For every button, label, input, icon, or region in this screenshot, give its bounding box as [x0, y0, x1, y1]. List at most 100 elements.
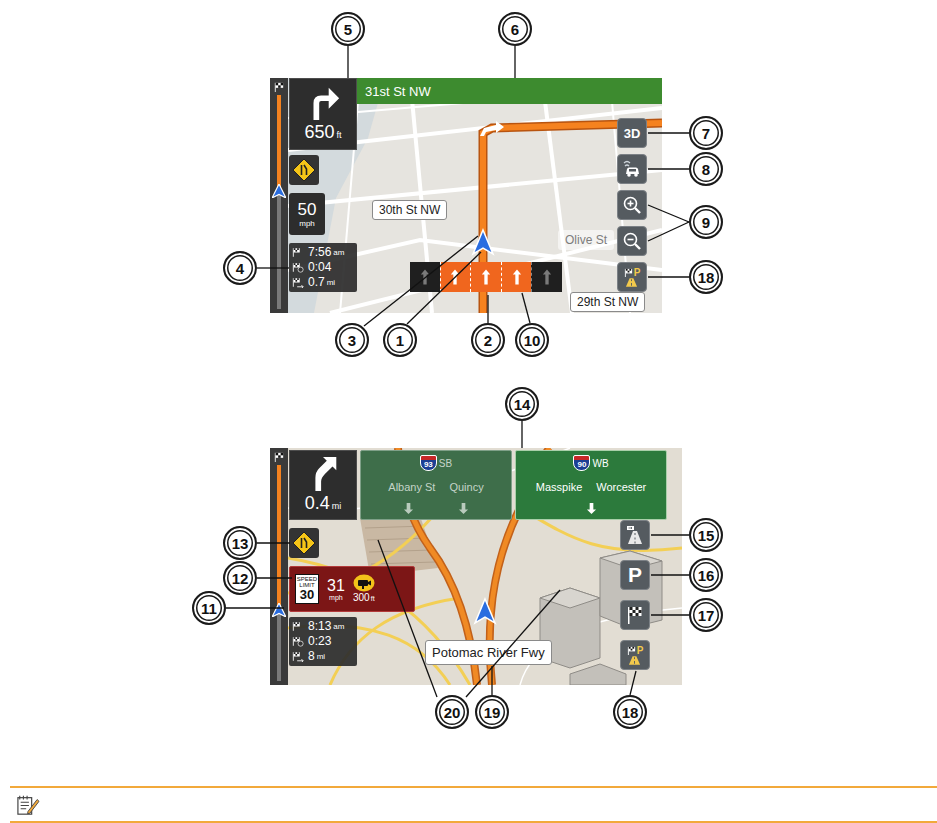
- arrival-icon: [292, 247, 304, 258]
- left-panel: 650ft 50mph 7:56am0:040.7mi: [289, 78, 357, 313]
- callout: 16: [689, 558, 723, 592]
- callout: 5: [331, 12, 365, 46]
- lane: [531, 262, 562, 292]
- highway-sign: 93SBAlbany StQuincy: [360, 450, 512, 520]
- exit-button[interactable]: [620, 520, 650, 550]
- callout: 10: [515, 323, 549, 357]
- route-progress: [270, 78, 288, 313]
- current-speed: 31mph: [327, 577, 345, 602]
- flag-icon: [627, 646, 636, 655]
- traffic-button[interactable]: [617, 154, 647, 184]
- callout: 13: [223, 526, 257, 560]
- callout: 9: [689, 205, 723, 239]
- lane: [470, 262, 501, 292]
- poi-button[interactable]: P: [620, 640, 650, 670]
- callout: 19: [475, 695, 509, 729]
- callout: 4: [223, 251, 257, 285]
- turn-distance: 0.4mi: [305, 493, 342, 516]
- distance-left-icon: [292, 277, 304, 288]
- speed-limit-sign: SPEED LIMIT30: [295, 574, 319, 604]
- lane-guidance: [410, 262, 562, 292]
- destination: Quincy: [449, 481, 483, 493]
- street-label: Potomac River Fwy: [425, 640, 552, 665]
- callout: 15: [689, 518, 723, 552]
- text-button[interactable]: 3D: [617, 118, 647, 148]
- navigation-screen: 650ft50mph7:56am0:040.7mi31st St NW3DP30…: [270, 78, 662, 313]
- progress-track: [277, 95, 281, 309]
- flag-icon: [624, 268, 633, 277]
- speed-warning: SPEED LIMIT3031mph300ft: [289, 566, 415, 612]
- turn-distance: 650ft: [304, 122, 341, 145]
- trip-row: 7:56am: [292, 245, 354, 260]
- straight-arrow-icon: [450, 268, 460, 286]
- trip-row: 8:13am: [292, 619, 354, 634]
- highway-sign: 90WBMasspikeWorcester: [515, 450, 667, 520]
- next-street-bar: 31st St NW: [357, 78, 662, 104]
- road-icon: [625, 278, 638, 287]
- lane-warning: [289, 155, 319, 185]
- next-turn: 0.4mi: [289, 450, 357, 520]
- lane-merge-warning-icon: [292, 158, 316, 182]
- straight-arrow-icon: [542, 268, 552, 286]
- callout: 18: [689, 260, 723, 294]
- map-buttons: 3D P: [617, 104, 647, 292]
- signpost: 93SBAlbany StQuincy90WBMasspikeWorcester: [360, 450, 682, 520]
- figure: 650ft50mph7:56am0:040.7mi31st St NW3DP30…: [0, 0, 937, 782]
- speed-camera-icon: [353, 574, 375, 592]
- progress-remaining: [277, 95, 281, 191]
- callout: 1: [383, 323, 417, 357]
- straight-arrow-icon: [512, 268, 522, 286]
- callout: 6: [498, 12, 532, 46]
- trip-row: 0:23: [292, 634, 354, 649]
- destination-button[interactable]: [620, 600, 650, 630]
- trip-row: 0.7mi: [292, 275, 354, 290]
- lane-merge-warning-icon: [292, 531, 316, 555]
- progress-track: [277, 465, 281, 681]
- interstate-shield: 93: [420, 455, 437, 471]
- down-arrow-icon: [586, 502, 597, 515]
- trip-info: 7:56am0:040.7mi: [289, 243, 357, 292]
- checkered-flag-icon: [625, 605, 645, 625]
- callout: 20: [435, 695, 469, 729]
- straight-arrow-icon: [420, 268, 430, 286]
- progress-remaining: [277, 465, 281, 610]
- trip-info: 8:13am0:238mi: [289, 617, 357, 666]
- callout: 18: [613, 695, 647, 729]
- note-bar: [10, 786, 937, 823]
- down-arrow-icon: [458, 502, 469, 515]
- down-arrow-icon: [403, 502, 414, 515]
- lane: [410, 262, 440, 292]
- destination: Masspike: [536, 481, 582, 493]
- position-arrow-icon: [475, 599, 495, 623]
- left-panel: 0.4miSPEED LIMIT3031mph300ft8:13am0:238m…: [289, 448, 357, 685]
- position-arrow-icon: [473, 230, 493, 254]
- checkered-flag-icon: [274, 452, 284, 462]
- turn-right-icon: [304, 84, 342, 122]
- poi-button[interactable]: P: [617, 262, 647, 292]
- street-label: Olive St: [558, 230, 614, 250]
- next-turn: 650ft: [289, 78, 357, 150]
- zoom-out-icon: [622, 231, 642, 251]
- time-left-icon: [292, 636, 304, 647]
- letter-button[interactable]: P: [620, 560, 650, 590]
- road-icon: [628, 656, 641, 665]
- zoom-out-button[interactable]: [617, 226, 647, 256]
- map-buttons: PP: [620, 520, 650, 670]
- checkered-flag-icon: [274, 82, 284, 92]
- destination: Albany St: [388, 481, 435, 493]
- callout: 11: [192, 591, 226, 625]
- callout: 8: [689, 152, 723, 186]
- arrival-icon: [292, 621, 304, 632]
- position-marker-icon: [272, 603, 286, 617]
- trip-row: 8mi: [292, 649, 354, 664]
- traffic-icon: [622, 159, 642, 179]
- current-speed: 50mph: [289, 193, 325, 235]
- navigation-screen: 0.4miSPEED LIMIT3031mph300ft8:13am0:238m…: [270, 448, 682, 685]
- zoom-in-button[interactable]: [617, 190, 647, 220]
- distance-left-icon: [292, 651, 304, 662]
- bear-right-icon: [304, 455, 342, 493]
- lane-warning: [289, 528, 319, 558]
- straight-arrow-icon: [481, 268, 491, 286]
- trip-row: 0:04: [292, 260, 354, 275]
- note-icon: [16, 794, 40, 816]
